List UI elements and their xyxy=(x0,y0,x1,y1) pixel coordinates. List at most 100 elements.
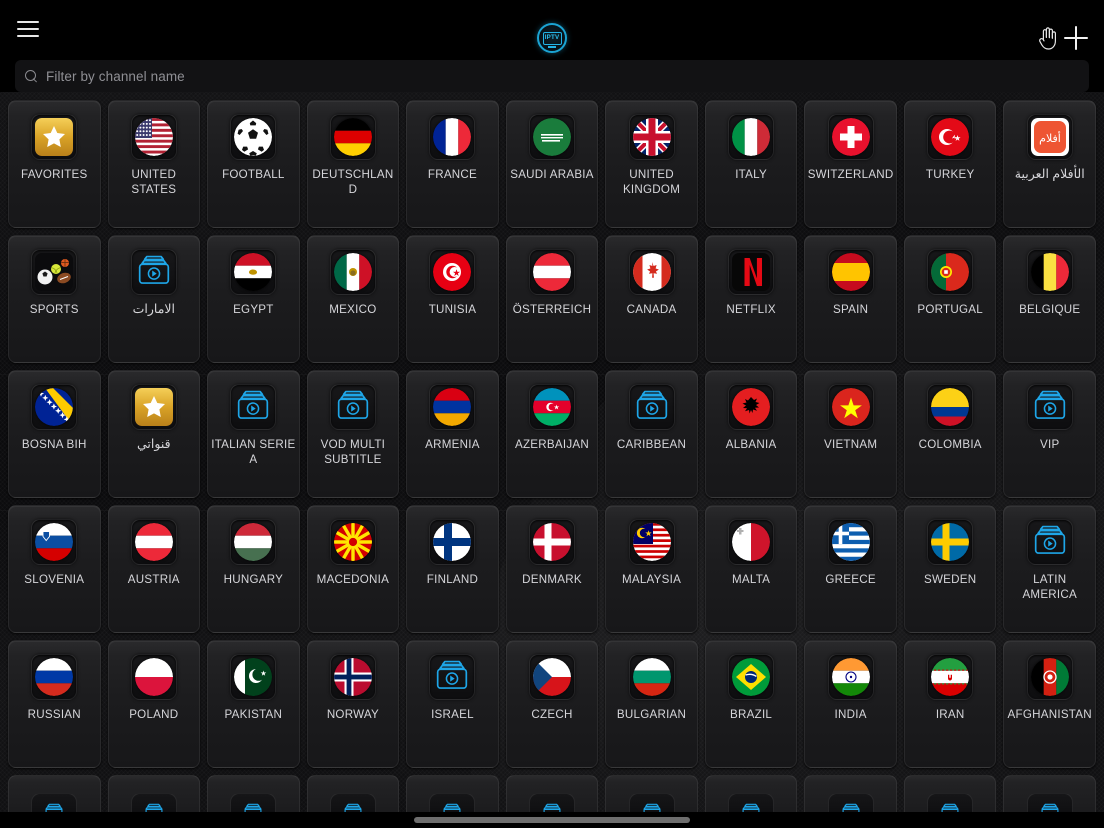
channel-tile-partial[interactable] xyxy=(107,775,201,815)
tile-icon-box: أفلام xyxy=(1026,114,1073,160)
tile-icon-box xyxy=(628,249,675,295)
menu-icon[interactable] xyxy=(17,21,39,37)
channel-tile-partial[interactable] xyxy=(207,775,300,815)
channel-tile-partial[interactable] xyxy=(605,775,698,815)
channel-tile[interactable]: الامارات xyxy=(107,235,201,363)
channel-tile[interactable]: POLAND xyxy=(107,640,201,768)
add-icon[interactable] xyxy=(1064,26,1088,50)
channel-tile[interactable]: SLOVENIA xyxy=(8,505,101,633)
tile-icon-box xyxy=(1026,654,1073,700)
channel-tile[interactable]: GREECE xyxy=(804,505,897,633)
channel-tile[interactable]: ITALIAN SERIE A xyxy=(207,370,300,498)
channel-tile[interactable]: BULGARIAN xyxy=(605,640,698,768)
channel-tile[interactable]: أفلام الأفلام العربية xyxy=(1003,100,1096,228)
channel-tile[interactable]: BOSNA BIH xyxy=(8,370,101,498)
channel-tile-partial[interactable] xyxy=(804,775,897,815)
tv-placeholder-icon xyxy=(632,388,672,427)
channel-tile[interactable]: قنواتي xyxy=(107,370,201,498)
channel-tile[interactable]: AFGHANISTAN xyxy=(1003,640,1096,768)
tile-icon-box xyxy=(329,654,376,700)
channel-tile[interactable]: SAUDI ARABIA xyxy=(505,100,599,228)
channel-tile[interactable]: UNITED STATES xyxy=(107,100,201,228)
channel-tile[interactable]: UNITED KINGDOM xyxy=(605,100,698,228)
channel-tile[interactable]: FINLAND xyxy=(406,505,499,633)
tile-icon-box xyxy=(827,654,874,700)
flag-es-icon xyxy=(831,253,870,291)
horizontal-scrollbar[interactable] xyxy=(0,812,1104,828)
channel-tile[interactable]: AZERBAIJAN xyxy=(505,370,599,498)
channel-tile-partial[interactable] xyxy=(306,775,400,815)
channel-tile[interactable]: SPORTS xyxy=(8,235,101,363)
channel-tile[interactable]: HUNGARY xyxy=(207,505,300,633)
tv-placeholder-icon xyxy=(1030,388,1070,427)
channel-tile[interactable]: DEUTSCHLAND xyxy=(306,100,400,228)
search-placeholder: Filter by channel name xyxy=(46,68,185,84)
channel-tile[interactable]: ALBANIA xyxy=(704,370,798,498)
tile-icon-box xyxy=(230,249,277,295)
channel-tile[interactable]: MEXICO xyxy=(306,235,400,363)
channel-tile[interactable]: FOOTBALL xyxy=(207,100,300,228)
channel-tile[interactable]: PAKISTAN xyxy=(207,640,300,768)
channel-grid: FAVORITES UNITED STATES FOOTBALL DEUTSCHLAN… xyxy=(0,92,1104,768)
tv-placeholder-icon xyxy=(134,253,174,292)
tile-label: RUSSIAN xyxy=(27,708,81,721)
tile-label: SWITZERLAND xyxy=(807,168,894,181)
tile-label: VIETNAM xyxy=(823,438,878,451)
tile-icon-box xyxy=(230,384,277,430)
channel-tile[interactable]: INDIA xyxy=(804,640,897,768)
tile-label: SLOVENIA xyxy=(24,573,85,586)
channel-tile[interactable]: VIETNAM xyxy=(804,370,897,498)
channel-tile[interactable]: ARMENIA xyxy=(406,370,499,498)
svg-text:أفلام: أفلام xyxy=(1039,131,1061,145)
tile-label: FINLAND xyxy=(426,573,479,586)
channel-tile-partial[interactable] xyxy=(406,775,499,815)
search-input[interactable]: Filter by channel name xyxy=(15,60,1089,92)
flag-ir-icon xyxy=(931,658,970,696)
channel-tile[interactable]: CZECH xyxy=(505,640,599,768)
channel-tile[interactable]: ITALY xyxy=(704,100,798,228)
channel-tile[interactable]: NORWAY xyxy=(306,640,400,768)
flag-no-icon xyxy=(333,658,372,696)
channel-tile[interactable]: COLOMBIA xyxy=(903,370,997,498)
channel-tile[interactable]: EGYPT xyxy=(207,235,300,363)
channel-tile[interactable]: IRAN xyxy=(903,640,997,768)
channel-tile-partial[interactable] xyxy=(505,775,599,815)
channel-tile[interactable]: BRAZIL xyxy=(704,640,798,768)
tile-icon-box xyxy=(429,114,476,160)
channel-tile[interactable]: ISRAEL xyxy=(406,640,499,768)
channel-tile-partial[interactable] xyxy=(8,775,101,815)
tile-icon-box xyxy=(329,519,376,565)
channel-tile[interactable]: PORTUGAL xyxy=(903,235,997,363)
channel-tile[interactable]: CANADA xyxy=(605,235,698,363)
channel-tile[interactable]: SWITZERLAND xyxy=(804,100,897,228)
channel-tile[interactable]: TUNISIA xyxy=(406,235,499,363)
channel-tile[interactable]: FRANCE xyxy=(406,100,499,228)
hand-icon[interactable] xyxy=(1037,26,1059,50)
channel-tile[interactable]: NETFLIX xyxy=(704,235,798,363)
channel-tile-partial[interactable] xyxy=(704,775,798,815)
channel-tile[interactable]: VIP xyxy=(1003,370,1096,498)
channel-tile[interactable]: ÖSTERREICH xyxy=(505,235,599,363)
channel-tile-partial[interactable] xyxy=(903,775,997,815)
channel-tile[interactable]: TURKEY xyxy=(903,100,997,228)
channel-tile[interactable]: LATIN AMERICA xyxy=(1003,505,1096,633)
channel-tile[interactable]: BELGIQUE xyxy=(1003,235,1096,363)
channel-tile[interactable]: VOD MULTI SUBTITLE xyxy=(306,370,400,498)
star-gold-icon xyxy=(35,118,74,156)
tile-label: MACEDONIA xyxy=(316,573,390,586)
scrollbar-thumb[interactable] xyxy=(414,817,690,823)
channel-tile[interactable]: MACEDONIA xyxy=(306,505,400,633)
tile-icon-box xyxy=(329,114,376,160)
tile-label: قنواتي xyxy=(137,437,171,451)
channel-tile[interactable]: SWEDEN xyxy=(903,505,997,633)
channel-tile[interactable]: MALTA xyxy=(704,505,798,633)
tile-icon-box xyxy=(927,519,974,565)
channel-tile[interactable]: SPAIN xyxy=(804,235,897,363)
channel-tile-partial[interactable] xyxy=(1003,775,1096,815)
channel-tile[interactable]: MALAYSIA xyxy=(605,505,698,633)
channel-tile[interactable]: RUSSIAN xyxy=(8,640,101,768)
channel-tile[interactable]: DENMARK xyxy=(505,505,599,633)
channel-tile[interactable]: FAVORITES xyxy=(8,100,101,228)
channel-tile[interactable]: CARIBBEAN xyxy=(605,370,698,498)
channel-tile[interactable]: AUSTRIA xyxy=(107,505,201,633)
